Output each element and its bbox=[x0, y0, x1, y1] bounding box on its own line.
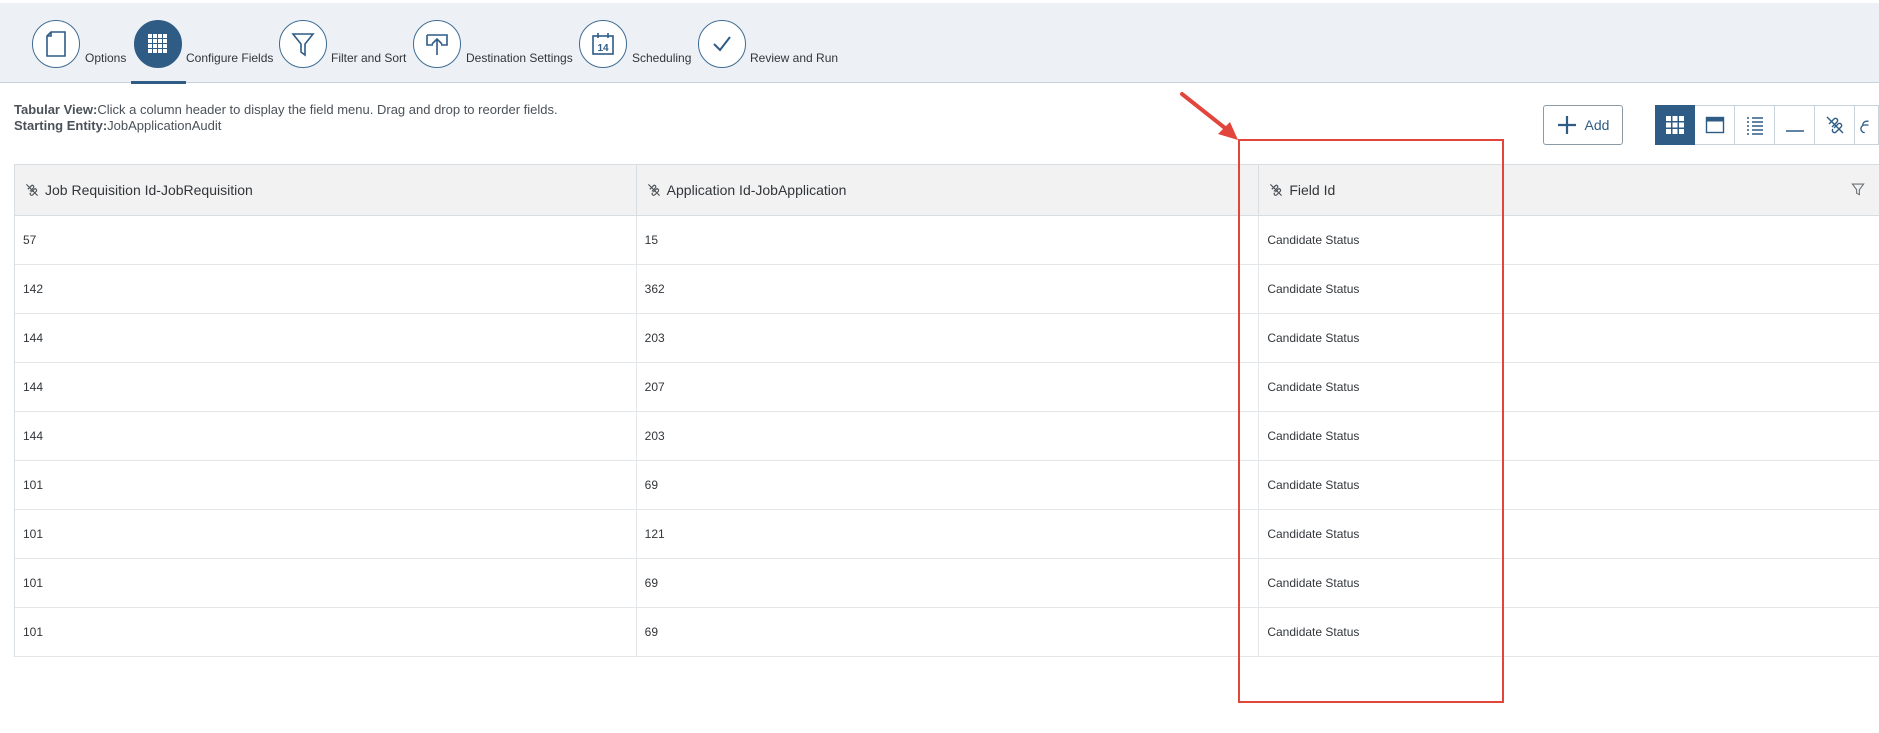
starting-entity: Starting Entity:JobApplicationAudit bbox=[14, 118, 558, 134]
filter-icon[interactable] bbox=[1851, 182, 1865, 196]
annotation-highlight-box bbox=[1238, 139, 1504, 703]
cell-job-requisition: 57 bbox=[15, 216, 637, 264]
table-row[interactable]: 101 69 Candidate Status bbox=[15, 461, 1879, 510]
step-label: Destination Settings bbox=[466, 51, 573, 65]
table-row[interactable]: 144 203 Candidate Status bbox=[15, 412, 1879, 461]
link-icon[interactable] bbox=[1855, 105, 1879, 145]
grid-view-icon[interactable] bbox=[1655, 105, 1695, 145]
cell-application-id: 203 bbox=[637, 412, 1260, 460]
view-label: Tabular View: bbox=[14, 102, 98, 117]
cell-application-id: 207 bbox=[637, 363, 1260, 411]
cell-job-requisition: 101 bbox=[15, 510, 637, 558]
table-row[interactable]: 101 69 Candidate Status bbox=[15, 608, 1879, 657]
active-step-indicator bbox=[131, 81, 186, 84]
wizard-steps: Options Configure Fields Filter and Sort… bbox=[0, 0, 1879, 84]
cell-application-id: 69 bbox=[637, 461, 1260, 509]
table-header: Job Requisition Id-JobRequisition Applic… bbox=[15, 165, 1879, 216]
step-label: Scheduling bbox=[632, 51, 692, 65]
entity-value: JobApplicationAudit bbox=[107, 118, 222, 133]
unlink-icon[interactable] bbox=[1815, 105, 1855, 145]
list-view-icon[interactable] bbox=[1735, 105, 1775, 145]
cell-job-requisition: 142 bbox=[15, 265, 637, 313]
add-button[interactable]: Add bbox=[1543, 105, 1623, 145]
grid-icon bbox=[134, 20, 182, 68]
document-icon bbox=[32, 20, 80, 68]
table-row[interactable]: 142 362 Candidate Status bbox=[15, 265, 1879, 314]
cell-job-requisition: 144 bbox=[15, 314, 637, 362]
step-label: Review and Run bbox=[750, 51, 839, 65]
table-row[interactable]: 101 121 Candidate Status bbox=[15, 510, 1879, 559]
cell-application-id: 69 bbox=[637, 608, 1260, 656]
column-label: Application Id-JobApplication bbox=[666, 182, 847, 198]
entity-label: Starting Entity: bbox=[14, 118, 108, 133]
view-text: Click a column header to display the fie… bbox=[97, 102, 558, 117]
info-panel: Tabular View:Click a column header to di… bbox=[14, 102, 558, 134]
cell-job-requisition: 101 bbox=[15, 461, 637, 509]
table-row[interactable]: 57 15 Candidate Status bbox=[15, 216, 1879, 265]
minimize-icon[interactable] bbox=[1775, 105, 1815, 145]
table-row[interactable]: 101 69 Candidate Status bbox=[15, 559, 1879, 608]
cell-job-requisition: 144 bbox=[15, 412, 637, 460]
view-toolbar bbox=[1655, 105, 1879, 145]
check-icon bbox=[698, 20, 746, 68]
cell-job-requisition: 144 bbox=[15, 363, 637, 411]
plus-icon bbox=[1557, 115, 1577, 136]
view-hint: Tabular View:Click a column header to di… bbox=[14, 102, 558, 118]
funnel-icon bbox=[279, 20, 327, 68]
table-row[interactable]: 144 203 Candidate Status bbox=[15, 314, 1879, 363]
column-header-application-id[interactable]: Application Id-JobApplication bbox=[637, 165, 1260, 215]
annotation-arrow-icon bbox=[1180, 92, 1238, 140]
calendar-icon: 14 bbox=[579, 20, 627, 68]
unlink-icon bbox=[647, 184, 660, 196]
upload-icon bbox=[413, 20, 461, 68]
cell-job-requisition: 101 bbox=[15, 559, 637, 607]
column-header-job-requisition[interactable]: Job Requisition Id-JobRequisition bbox=[15, 165, 637, 215]
report-table: Job Requisition Id-JobRequisition Applic… bbox=[14, 164, 1879, 657]
step-label: Filter and Sort bbox=[331, 51, 407, 65]
cell-application-id: 15 bbox=[637, 216, 1260, 264]
panel-view-icon[interactable] bbox=[1695, 105, 1735, 145]
column-label: Job Requisition Id-JobRequisition bbox=[45, 182, 253, 198]
cell-job-requisition: 101 bbox=[15, 608, 637, 656]
calendar-day: 14 bbox=[597, 43, 609, 54]
cell-application-id: 362 bbox=[637, 265, 1260, 313]
unlink-icon bbox=[26, 184, 38, 196]
add-label: Add bbox=[1584, 117, 1610, 133]
cell-application-id: 203 bbox=[637, 314, 1260, 362]
step-label: Configure Fields bbox=[186, 51, 274, 65]
step-label: Options bbox=[85, 51, 127, 65]
table-row[interactable]: 144 207 Candidate Status bbox=[15, 363, 1879, 412]
cell-application-id: 69 bbox=[637, 559, 1260, 607]
cell-application-id: 121 bbox=[637, 510, 1260, 558]
